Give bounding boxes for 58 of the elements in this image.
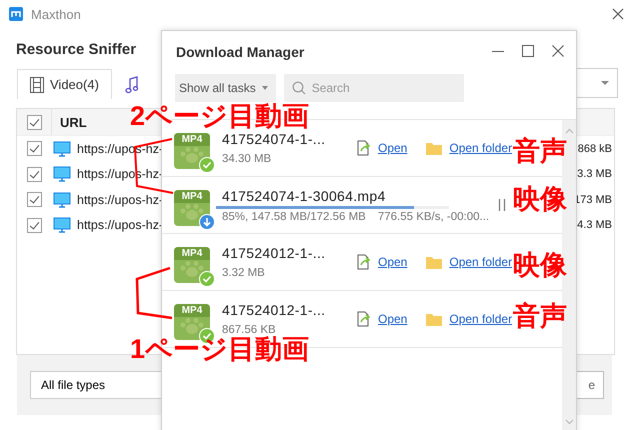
file-size: 3.32 MB [222, 267, 266, 279]
maximize-icon[interactable] [522, 45, 534, 57]
open-link[interactable]: Open [378, 312, 408, 326]
panel-title: Resource Sniffer [15, 40, 138, 60]
file-type-label: MP4 [174, 247, 210, 260]
checkbox[interactable] [26, 218, 42, 233]
monitor-icon [53, 192, 71, 208]
url-text: https://upos-hz- [77, 192, 164, 207]
open-link[interactable]: Open [378, 141, 408, 155]
file-name: 417524074-1-... [222, 131, 326, 147]
search-icon [292, 81, 306, 95]
window-title: Maxthon [31, 6, 81, 22]
checkbox[interactable] [26, 166, 42, 182]
checkbox[interactable] [26, 141, 42, 156]
checkbox[interactable] [26, 192, 42, 208]
close-icon[interactable] [552, 45, 564, 57]
open-folder-link[interactable]: Open folder [449, 312, 512, 326]
music-note-icon [124, 76, 139, 94]
annotation-text: 音声 [513, 303, 567, 330]
dialog-title: Download Manager [176, 44, 304, 60]
file-size: 867.56 KB [222, 324, 277, 336]
open-folder-link[interactable]: Open folder [449, 141, 512, 155]
check-icon [199, 271, 215, 287]
table-cell-text: 4.3 MB [577, 219, 613, 232]
pause-icon[interactable] [498, 199, 506, 211]
tab[interactable]: Video(4) [17, 69, 112, 99]
task-filter-dropdown[interactable]: Show all tasks [175, 74, 276, 102]
annotation-text: 1ページ目動画 [130, 336, 310, 363]
film-icon [30, 76, 44, 92]
checkbox[interactable] [26, 114, 42, 130]
close-icon[interactable] [612, 8, 624, 20]
search-field[interactable]: Search [284, 74, 464, 102]
check-icon [199, 157, 215, 173]
monitor-icon [53, 166, 71, 182]
file-name: 417524012-1-... [222, 245, 326, 261]
open-link[interactable]: Open [378, 255, 408, 269]
column-header: URL [59, 114, 87, 130]
file-name: 417524074-1-30064.mp4 [221, 188, 387, 204]
download-speed: 776.55 KB/s, -00:00... [378, 210, 490, 222]
logo-icon [9, 7, 23, 21]
url-text: https://upos-hz- [77, 218, 164, 232]
open-folder-link[interactable]: Open folder [449, 255, 512, 269]
annotation-text: 2ページ目動画 [130, 103, 310, 130]
annotation-text: 映像 [513, 186, 567, 213]
monitor-icon [53, 140, 71, 157]
table-cell-text: 3.3 MB [577, 168, 613, 180]
progress-status: 85%, 147.58 MB/172.56 MB [222, 210, 366, 222]
bracket-line [136, 266, 172, 320]
table-cell-text: 868 kB [578, 142, 613, 155]
file-size: 34.30 MB [222, 153, 272, 165]
file-type-label: MP4 [174, 190, 210, 203]
file-name: 417524012-1-... [222, 302, 326, 318]
file-type-label: MP4 [174, 304, 210, 317]
annotation-text: 音声 [513, 138, 567, 165]
monitor-icon [53, 217, 71, 234]
annotation-text: 映像 [513, 252, 567, 279]
download-icon [199, 214, 215, 230]
file-type-label: MP4 [174, 133, 210, 146]
